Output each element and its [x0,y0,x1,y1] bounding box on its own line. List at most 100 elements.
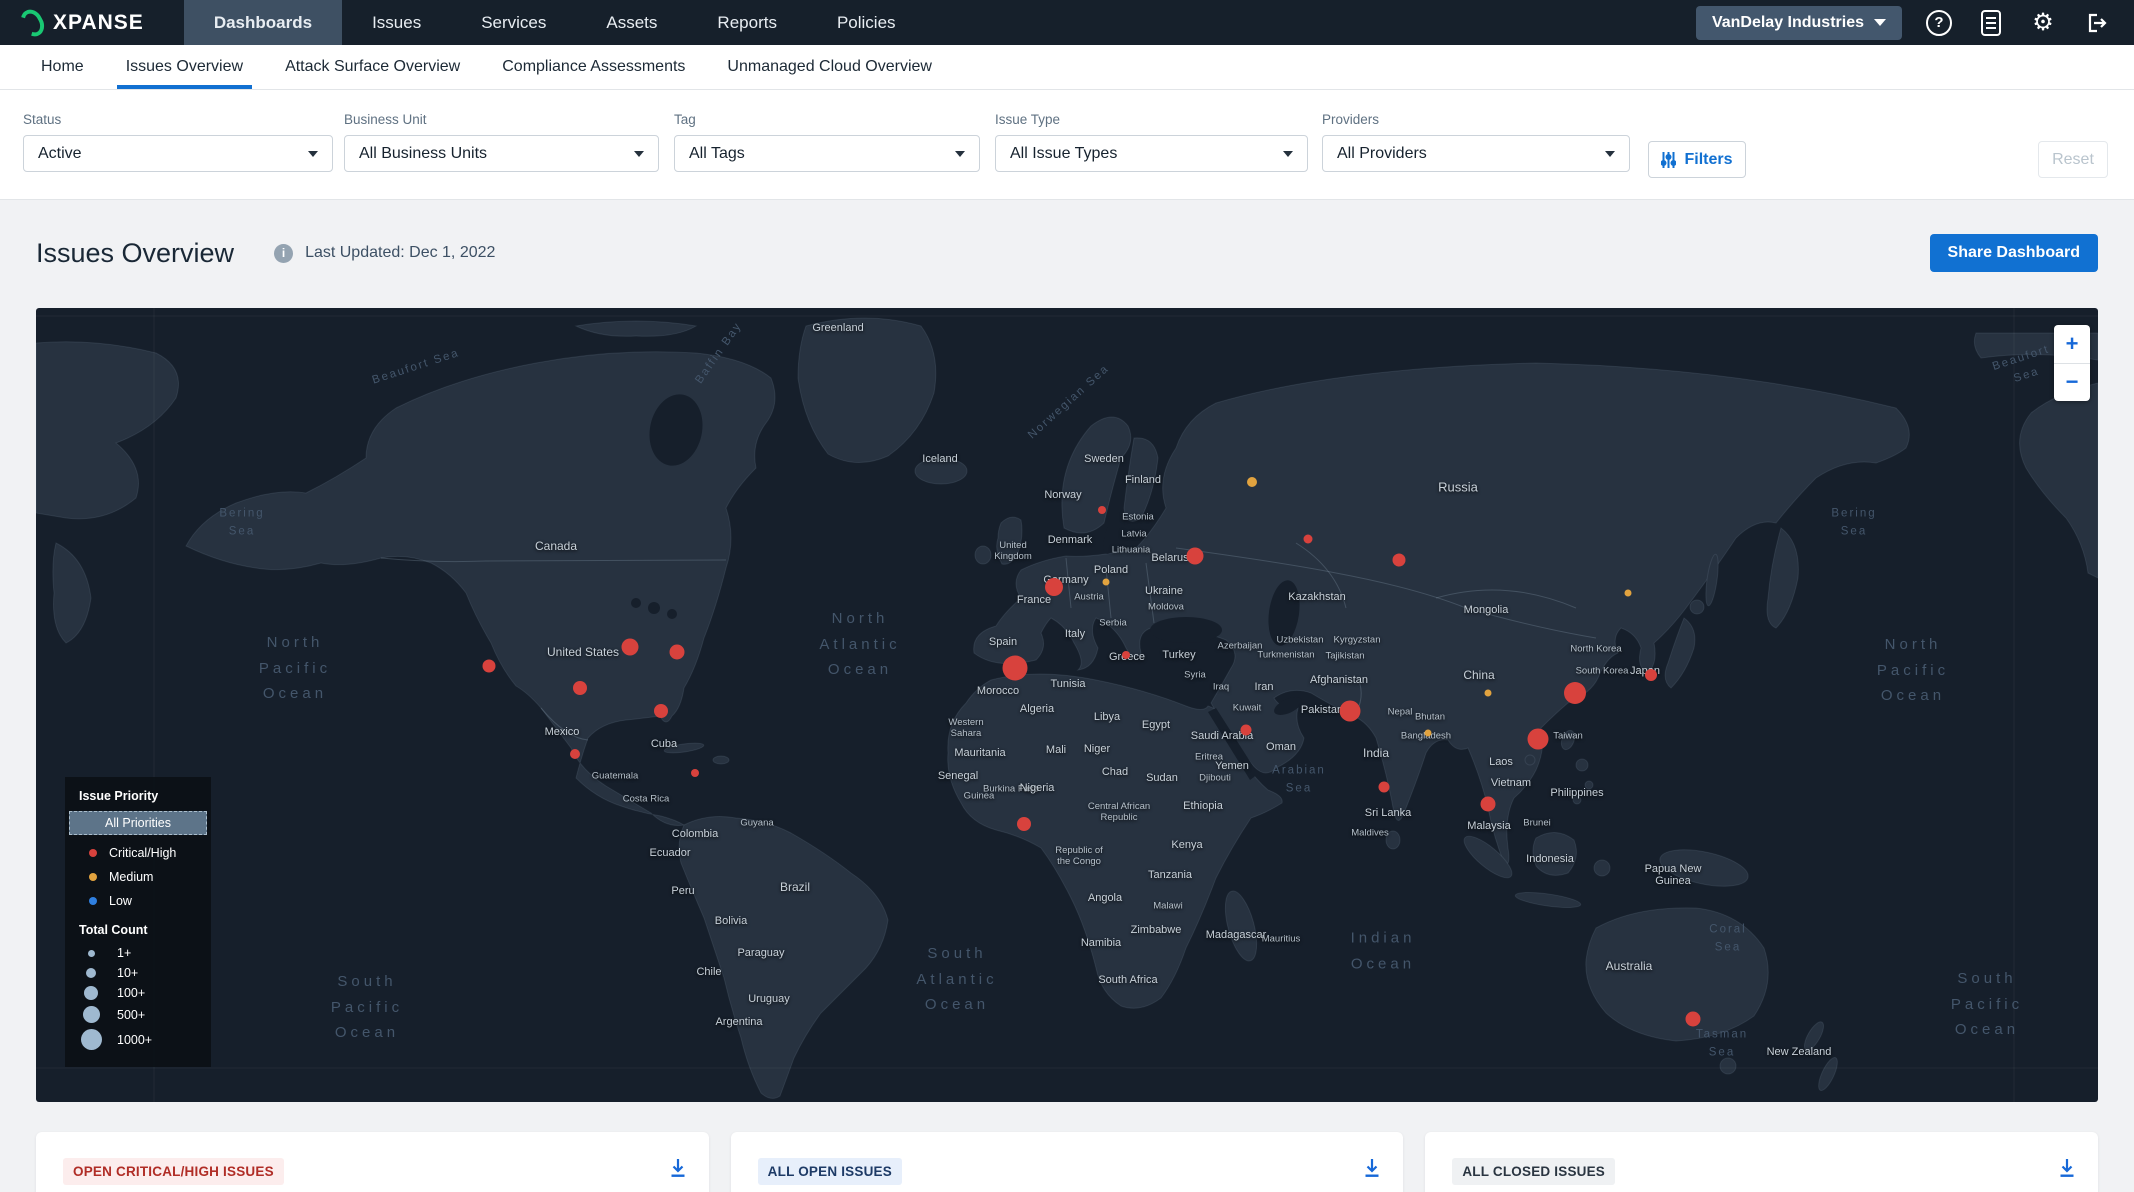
filter-select-tag[interactable]: All Tags [674,135,980,172]
issue-cluster-dot[interactable] [1122,651,1130,659]
issue-cluster-dot[interactable] [670,645,685,660]
issue-cluster-dot[interactable] [1564,682,1586,704]
issue-cluster-dot[interactable] [1098,506,1106,514]
download-icon[interactable] [669,1158,687,1183]
legend-count-row: 500+ [65,1003,211,1026]
issue-cluster-dot[interactable] [1187,548,1204,565]
nav-item-services[interactable]: Services [451,0,576,45]
legend-priority-low[interactable]: Low [65,889,211,913]
legend-priority-medium[interactable]: Medium [65,865,211,889]
issue-cluster-dot[interactable] [1686,1012,1701,1027]
account-menu-button[interactable]: VanDelay Industries [1696,6,1902,40]
filter-label: Issue Type [995,112,1308,127]
legend-count-label: 1+ [117,946,131,960]
map-legend: Issue Priority All Priorities Critical/H… [65,777,211,1067]
share-dashboard-button[interactable]: Share Dashboard [1930,234,2098,272]
filter-select-status[interactable]: Active [23,135,333,172]
chevron-down-icon [955,151,965,157]
issue-cluster-dot[interactable] [1425,730,1432,737]
filter-group-providers: ProvidersAll Providers [1322,112,1630,172]
chevron-down-icon [308,151,318,157]
tab-issues-overview[interactable]: Issues Overview [105,45,264,89]
issue-cluster-dot[interactable] [1393,554,1406,567]
nav-item-policies[interactable]: Policies [807,0,926,45]
issue-cluster-dot[interactable] [1485,690,1492,697]
issues-world-map[interactable]: GreenlandIcelandBaffin BayNorwegian SeaB… [36,308,2098,1102]
legend-priority-label: Medium [109,870,153,884]
issue-cluster-dot[interactable] [622,639,639,656]
issue-cluster-dot[interactable] [691,769,699,777]
info-icon[interactable]: i [274,244,293,263]
legend-priority-critical[interactable]: Critical/High [65,841,211,865]
issue-cluster-dot[interactable] [1379,782,1390,793]
issue-cluster-dot[interactable] [1304,535,1313,544]
filters-button[interactable]: Filters [1648,141,1746,178]
sign-out-icon[interactable] [2080,8,2110,38]
map-zoom-control: + − [2054,325,2090,401]
filter-select-business-unit[interactable]: All Business Units [344,135,659,172]
filter-select-providers[interactable]: All Providers [1322,135,1630,172]
issue-cluster-dot[interactable] [654,704,668,718]
panel-title-badge: ALL CLOSED ISSUES [1452,1158,1615,1185]
issue-cluster-dot[interactable] [1481,797,1496,812]
download-icon[interactable] [1363,1158,1381,1183]
filter-select-value: All Tags [689,145,745,163]
sliders-icon [1661,152,1676,168]
issue-cluster-dot[interactable] [1045,578,1063,596]
nav-item-assets[interactable]: Assets [576,0,687,45]
filter-label: Business Unit [344,112,659,127]
issue-panel-open-critical-high-issues: OPEN CRITICAL/HIGH ISSUES [36,1132,709,1192]
issue-cluster-dot[interactable] [1247,477,1257,487]
issue-cluster-dot[interactable] [1241,725,1252,736]
tab-home[interactable]: Home [20,45,105,89]
count-circle-wrap [65,986,117,1000]
issue-cluster-dot[interactable] [1528,729,1549,750]
download-icon[interactable] [2058,1158,2076,1183]
zoom-in-button[interactable]: + [2054,325,2090,363]
reset-filters-button[interactable]: Reset [2038,141,2108,178]
issue-cluster-dot[interactable] [1003,656,1028,681]
filter-select-value: Active [38,145,82,163]
filter-label: Tag [674,112,980,127]
tab-attack-surface-overview[interactable]: Attack Surface Overview [264,45,481,89]
filter-group-issue-type: Issue Type All Issue Types [995,112,1308,172]
panel-title-badge: ALL OPEN ISSUES [758,1158,902,1185]
page-title-row: Issues Overview i Last Updated: Dec 1, 2… [36,232,2098,274]
zoom-out-button[interactable]: − [2054,364,2090,402]
issue-cluster-dot[interactable] [573,681,587,695]
count-circle-icon [84,986,98,1000]
filter-bar: Filters Reset Status Active Business Unit A… [0,90,2134,200]
issue-cluster-dot[interactable] [570,749,580,759]
legend-all-priorities[interactable]: All Priorities [69,811,207,835]
dashboard-tab-bar: HomeIssues OverviewAttack Surface Overvi… [0,45,2134,90]
count-circle-wrap [65,1029,117,1050]
release-notes-icon[interactable] [1976,8,2006,38]
legend-count-row: 10+ [65,963,211,983]
count-circle-wrap [65,950,117,957]
nav-item-reports[interactable]: Reports [687,0,807,45]
brand: XPANSE [0,0,184,45]
tab-unmanaged-cloud-overview[interactable]: Unmanaged Cloud Overview [706,45,953,89]
nav-item-issues[interactable]: Issues [342,0,451,45]
help-icon[interactable]: ? [1924,8,1954,38]
legend-count-row: 1000+ [65,1026,211,1053]
legend-count-row: 1+ [65,943,211,963]
settings-icon[interactable]: ⚙ [2028,8,2058,38]
issue-cluster-dot[interactable] [1017,817,1031,831]
filter-label: Status [23,112,333,127]
issue-cluster-dot[interactable] [1103,579,1110,586]
count-circle-icon [86,968,96,978]
issue-cluster-dot[interactable] [1645,669,1657,681]
critical-dot-icon [89,849,97,857]
nav-item-dashboards[interactable]: Dashboards [184,0,342,45]
tab-compliance-assessments[interactable]: Compliance Assessments [481,45,706,89]
filter-select-issue-type[interactable]: All Issue Types [995,135,1308,172]
chevron-down-icon [1605,151,1615,157]
issue-cluster-dot[interactable] [1340,701,1361,722]
count-circle-icon [83,1006,100,1023]
filter-select-value: All Issue Types [1010,145,1117,163]
page-title: Issues Overview [36,238,234,269]
chevron-down-icon [634,151,644,157]
issue-cluster-dot[interactable] [483,660,496,673]
issue-cluster-dot[interactable] [1625,590,1632,597]
